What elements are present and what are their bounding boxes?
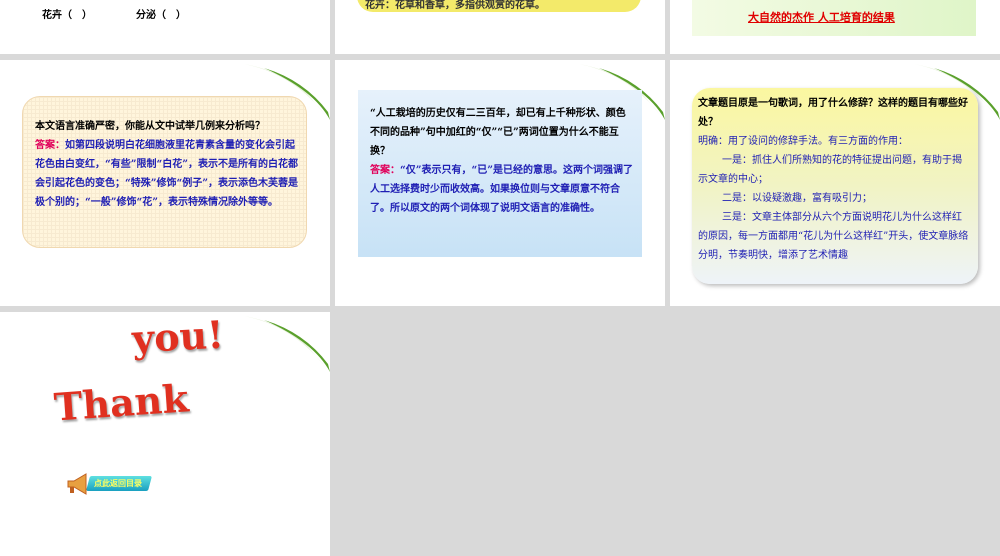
answer-label: 答案：	[370, 165, 400, 176]
page-curl-icon	[234, 312, 330, 372]
slide-3: 大自然的杰作 人工培育的结果	[670, 0, 1000, 54]
partial-answer-text: 花卉：花草和香草，多指供观赏的花草。	[365, 0, 545, 11]
question-text: “人工栽培的历史仅有二三百年，却已有上千种形状、颜色不同的品种”句中加红的“仅”…	[370, 108, 626, 157]
qa-box: 文章题目原是一句歌词，用了什么修辞？这样的题目有哪些好处？ 明确：用了设问的修辞…	[692, 88, 978, 284]
answer-paragraph: 答案：“仅”表示只有，“已”是已经的意思。这两个词强调了人工选择费时少而收效高。…	[370, 161, 634, 218]
you-word: you!	[130, 312, 225, 362]
answer-box-partial: 花卉：花草和香草，多指供观赏的花草。	[357, 0, 641, 12]
back-button-label: 点此返回目录	[94, 479, 142, 488]
answer-label: 答案：	[35, 140, 65, 151]
answer-text: “仅”表示只有，“已”是已经的意思。这两个词强调了人工选择费时少而收效高。如果换…	[370, 165, 634, 214]
thank-word: Thank	[52, 375, 190, 430]
slide-6: 文章题目原是一句歌词，用了什么修辞？这样的题目有哪些好处？ 明确：用了设问的修辞…	[670, 60, 1000, 306]
result-box: 大自然的杰作 人工培育的结果	[692, 0, 976, 36]
qa-box: “人工栽培的历史仅有二三百年，却已有上千种形状、颜色不同的品种”句中加红的“仅”…	[358, 90, 642, 257]
qa-box: 本文语言准确严密，你能从文中试举几例来分析吗？ 答案：如第四段说明白花细胞液里花…	[22, 96, 307, 248]
blank-label-huahui: 花卉（ ）	[42, 10, 92, 21]
question-text: 文章题目原是一句歌词，用了什么修辞？这样的题目有哪些好处？	[698, 98, 968, 128]
answer-text: 如第四段说明白花细胞液里花青素含量的变化会引起花色由白变红，“有些”限制“白花”…	[35, 140, 299, 208]
answer-line-1: 明确：用了设问的修辞手法。有三方面的作用：	[698, 136, 908, 147]
slide-7: you! Thank 点此返回目录	[0, 312, 330, 556]
slide-1: 花卉（ ） 分泌（ ）	[0, 0, 330, 54]
underlined-conclusion: 大自然的杰作 人工培育的结果	[748, 11, 895, 24]
answer-line-2: 一是：抓住人们所熟知的花的特征提出问题，有助于揭示文章的中心；	[698, 155, 962, 185]
blank-label-fenmi: 分泌（ ）	[136, 10, 186, 21]
back-to-contents-button[interactable]: 点此返回目录	[66, 472, 153, 496]
answer-paragraph: 答案：如第四段说明白花细胞液里花青素含量的变化会引起花色由白变红，“有些”限制“…	[35, 136, 298, 212]
question-text: 本文语言准确严密，你能从文中试举几例来分析吗？	[35, 121, 265, 132]
slide-5: “人工栽培的历史仅有二三百年，却已有上千种形状、颜色不同的品种”句中加红的“仅”…	[335, 60, 665, 306]
slide-2: 花卉：花草和香草，多指供观赏的花草。	[335, 0, 665, 54]
answer-line-3: 二是：以设疑激趣，富有吸引力；	[722, 193, 872, 204]
slide-4: 本文语言准确严密，你能从文中试举几例来分析吗？ 答案：如第四段说明白花细胞液里花…	[0, 60, 330, 306]
answer-line-4: 三是：文章主体部分从六个方面说明花儿为什么这样红的原因，每一方面都用“花儿为什么…	[698, 212, 969, 261]
